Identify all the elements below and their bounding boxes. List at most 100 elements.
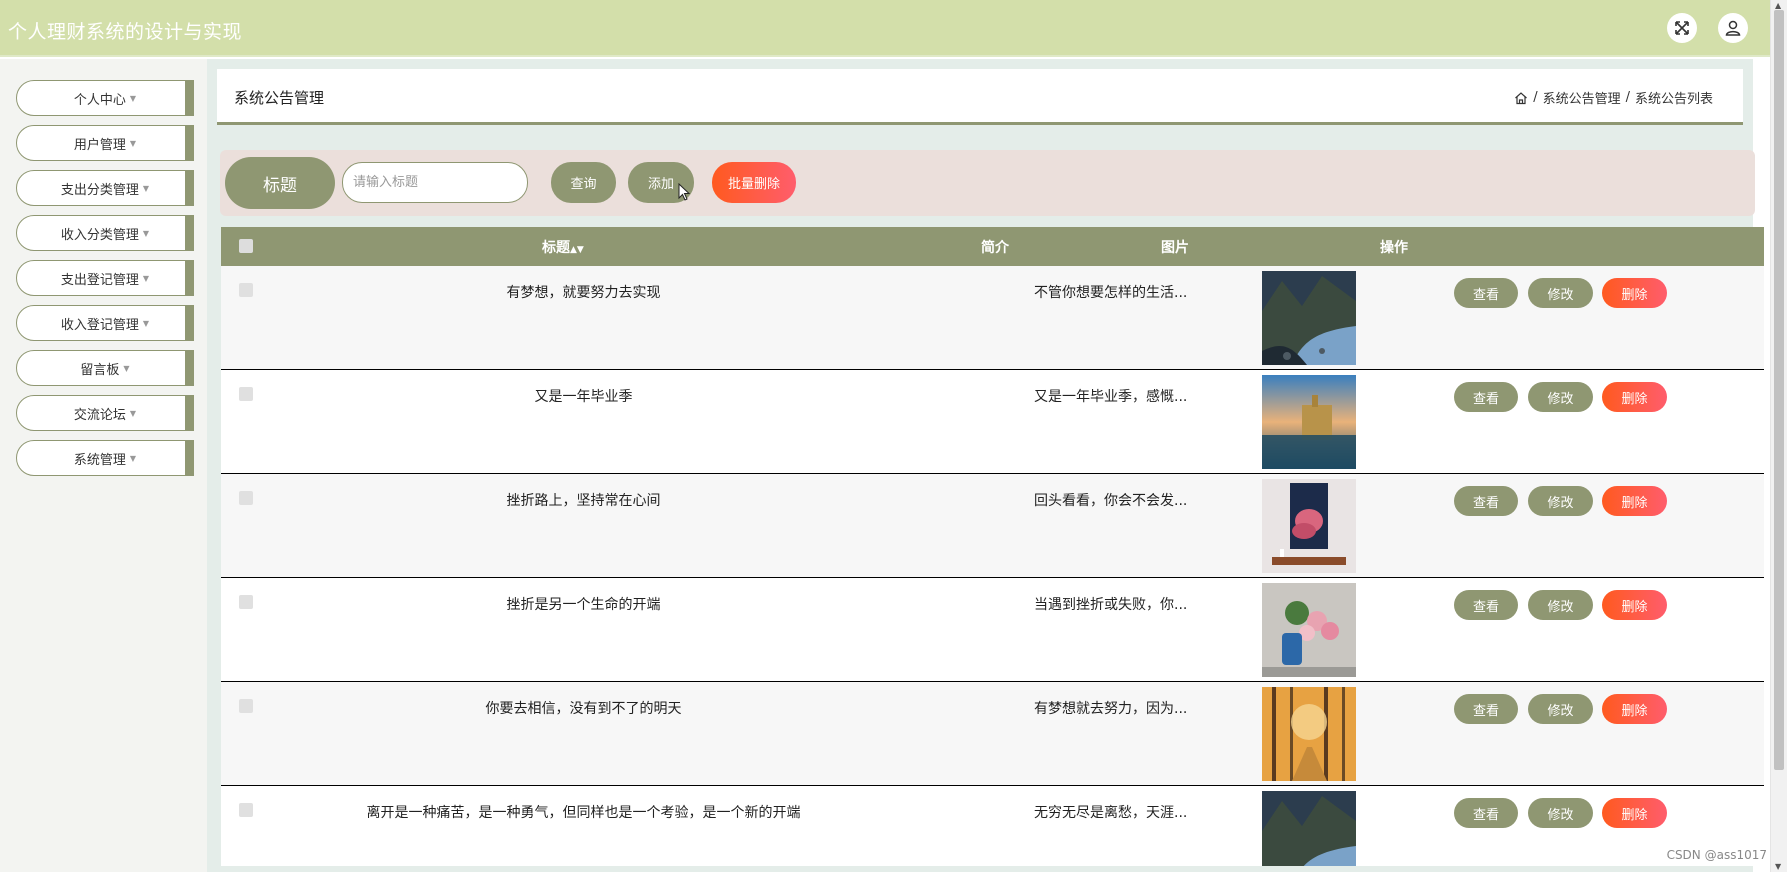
edit-button[interactable]: 修改 (1528, 278, 1593, 308)
delete-button[interactable]: 删除 (1602, 798, 1667, 828)
caret-down-icon: ▼ (129, 453, 137, 463)
sidebar-item-system-management[interactable]: 系统管理 ▼ (16, 440, 194, 476)
announcement-table: 标题▲▼ 简介 图片 操作 有梦想，就要努力去实现 不管你想要怎样的生活... … (221, 227, 1764, 866)
table-row: 有梦想，就要努力去实现 不管你想要怎样的生活... 查看 修改 删除 (221, 266, 1764, 370)
row-checkbox[interactable] (239, 283, 253, 297)
sidebar-item-label: 收入分类管理 (60, 227, 139, 243)
view-button[interactable]: 查看 (1454, 694, 1518, 724)
pink-cloud-painting-photo (1262, 479, 1356, 573)
view-button[interactable]: 查看 (1454, 278, 1518, 308)
sidebar-item-label: 交流论坛 (73, 407, 126, 423)
row-intro: 不管你想要怎样的生活... (1034, 285, 1188, 301)
search-input[interactable] (342, 162, 528, 203)
page-title: 系统公告管理 (234, 89, 325, 107)
row-intro: 无穷无尽是离愁，天涯... (1034, 805, 1188, 821)
caret-down-icon: ▼ (123, 363, 130, 373)
row-checkbox[interactable] (239, 699, 253, 713)
delete-button[interactable]: 删除 (1602, 694, 1667, 724)
caret-down-icon: ▼ (142, 273, 150, 283)
column-header-title[interactable]: 标题▲▼ (542, 237, 584, 257)
delete-button[interactable]: 删除 (1602, 486, 1667, 516)
lake-castle-photo (1262, 375, 1356, 469)
search-label: 标题 (225, 157, 335, 209)
mouse-cursor-icon (678, 183, 690, 201)
user-button[interactable] (1718, 13, 1748, 43)
fullscreen-button[interactable] (1667, 13, 1697, 43)
row-title: 有梦想，就要努力去实现 (506, 285, 661, 301)
sidebar-item-income-category[interactable]: 收入分类管理 ▼ (16, 215, 194, 251)
caret-down-icon: ▼ (142, 183, 150, 193)
row-checkbox[interactable] (239, 387, 253, 401)
table-row: 又是一年毕业季 又是一年毕业季，感慨... 查看 修改 删除 (221, 370, 1764, 474)
column-header-intro: 简介 (981, 240, 1009, 256)
expand-arrows-icon (1675, 21, 1689, 35)
row-checkbox[interactable] (239, 491, 253, 505)
table-header: 标题▲▼ 简介 图片 操作 (221, 227, 1764, 266)
view-button[interactable]: 查看 (1454, 590, 1518, 620)
select-all-checkbox[interactable] (239, 239, 253, 253)
scrollbar-thumb[interactable] (1774, 10, 1784, 770)
breadcrumb: / 系统公告管理 / 系统公告列表 (1514, 88, 1713, 107)
sidebar-item-label: 个人中心 (73, 92, 126, 108)
app-title: 个人理财系统的设计与实现 (8, 21, 243, 43)
row-title: 离开是一种痛苦，是一种勇气，但同样也是一个考验，是一个新的开端 (366, 805, 801, 821)
column-header-actions: 操作 (1380, 240, 1408, 256)
home-icon[interactable] (1514, 91, 1528, 105)
delete-button[interactable]: 删除 (1602, 590, 1667, 620)
main-content: 系统公告管理 / 系统公告管理 / 系统公告列表 标题 查询 添加 批量删除 标… (207, 59, 1764, 872)
edit-button[interactable]: 修改 (1528, 798, 1593, 828)
scroll-up-icon[interactable]: ▲ (1775, 1, 1781, 10)
search-bar: 标题 查询 添加 批量删除 (220, 150, 1755, 216)
row-intro: 有梦想就去努力，因为... (1034, 701, 1188, 717)
breadcrumb-item-announcement-management[interactable]: 系统公告管理 (1543, 88, 1621, 107)
caret-down-icon: ▼ (129, 93, 137, 103)
sidebar-item-message-board[interactable]: 留言板 ▼ (16, 350, 194, 386)
sidebar-item-label: 用户管理 (73, 137, 126, 153)
query-button[interactable]: 查询 (551, 162, 616, 203)
view-button[interactable]: 查看 (1454, 486, 1518, 516)
sidebar-item-expense-category[interactable]: 支出分类管理 ▼ (16, 170, 194, 206)
sidebar-item-income-record[interactable]: 收入登记管理 ▼ (16, 305, 194, 341)
row-title: 挫折是另一个生命的开端 (506, 597, 661, 613)
autumn-forest-photo (1262, 687, 1356, 781)
view-button[interactable]: 查看 (1454, 382, 1518, 412)
page-header: 系统公告管理 / 系统公告管理 / 系统公告列表 (217, 69, 1743, 125)
mountain-river-photo (1262, 271, 1356, 365)
edit-button[interactable]: 修改 (1528, 590, 1593, 620)
pink-flowers-vase-photo (1262, 583, 1356, 677)
row-title: 又是一年毕业季 (534, 389, 633, 405)
top-bar: 个人理财系统的设计与实现 (0, 0, 1770, 57)
view-button[interactable]: 查看 (1454, 798, 1518, 828)
table-row: 挫折是另一个生命的开端 当遇到挫折或失败，你... 查看 修改 删除 (221, 578, 1764, 682)
delete-button[interactable]: 删除 (1602, 278, 1667, 308)
sidebar-item-label: 留言板 (80, 362, 120, 378)
edit-button[interactable]: 修改 (1528, 694, 1593, 724)
row-intro: 又是一年毕业季，感慨... (1034, 389, 1188, 405)
breadcrumb-separator: / (1625, 90, 1630, 105)
sidebar-item-label: 收入登记管理 (60, 317, 139, 333)
edit-button[interactable]: 修改 (1528, 486, 1593, 516)
sidebar-item-label: 支出分类管理 (60, 182, 139, 198)
table-row: 你要去相信，没有到不了的明天 有梦想就去努力，因为... 查看 修改 删除 (221, 682, 1764, 786)
batch-delete-button[interactable]: 批量删除 (712, 162, 796, 203)
sidebar-item-user-management[interactable]: 用户管理 ▼ (16, 125, 194, 161)
vertical-scrollbar[interactable]: ▲ ▼ (1770, 0, 1787, 872)
row-title: 挫折路上，坚持常在心间 (506, 493, 661, 509)
sidebar-item-personal-center[interactable]: 个人中心 ▼ (16, 80, 194, 116)
table-row: 挫折路上，坚持常在心间 回头看看，你会不会发... 查看 修改 删除 (221, 474, 1764, 578)
table-row: 离开是一种痛苦，是一种勇气，但同样也是一个考验，是一个新的开端 无穷无尽是离愁，… (221, 786, 1764, 866)
row-checkbox[interactable] (239, 803, 253, 817)
caret-down-icon: ▼ (142, 228, 150, 238)
sort-icon[interactable]: ▲▼ (570, 245, 584, 255)
scroll-down-icon[interactable]: ▼ (1775, 862, 1781, 871)
sidebar-item-label: 系统管理 (73, 452, 126, 468)
delete-button[interactable]: 删除 (1602, 382, 1667, 412)
sidebar-item-expense-record[interactable]: 支出登记管理 ▼ (16, 260, 194, 296)
sidebar-item-label: 支出登记管理 (60, 272, 139, 288)
sidebar-item-forum[interactable]: 交流论坛 ▼ (16, 395, 194, 431)
row-title: 你要去相信，没有到不了的明天 (485, 701, 682, 717)
edit-button[interactable]: 修改 (1528, 382, 1593, 412)
watermark: CSDN @ass1017 (1666, 848, 1767, 862)
row-checkbox[interactable] (239, 595, 253, 609)
column-header-image: 图片 (1161, 240, 1189, 256)
